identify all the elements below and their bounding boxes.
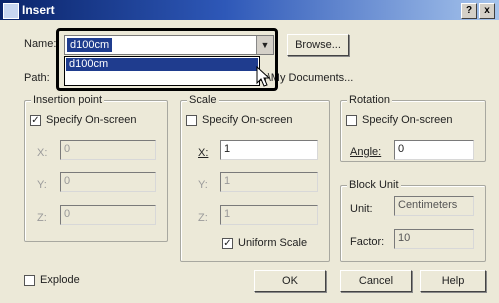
name-dropdown-item[interactable]: d100cm: [66, 58, 258, 71]
insertion-z-field[interactable]: 0: [60, 205, 156, 225]
help-button[interactable]: Help: [420, 270, 486, 292]
unit-label: Unit:: [350, 203, 373, 215]
browse-button[interactable]: Browse...: [287, 34, 349, 56]
help-title-button[interactable]: ?: [461, 3, 477, 19]
name-combo[interactable]: d100cm ▼: [64, 35, 274, 55]
scale-y-field[interactable]: 1: [220, 172, 318, 192]
uniform-scale-checkbox[interactable]: ✓: [222, 238, 233, 249]
factor-field: 10: [394, 229, 474, 249]
insertion-specify-checkbox[interactable]: ✓: [30, 115, 41, 126]
uniform-scale-label: Uniform Scale: [238, 237, 308, 249]
ok-button[interactable]: OK: [254, 270, 326, 292]
app-icon: [3, 3, 19, 19]
chevron-down-icon[interactable]: ▼: [256, 36, 273, 54]
insertion-specify-label: Specify On-screen: [46, 114, 137, 126]
scale-z-label: Z:: [198, 212, 208, 224]
explode-checkbox[interactable]: [24, 275, 35, 286]
scale-x-label: X:: [198, 147, 209, 159]
scale-specify-label: Specify On-screen: [202, 114, 293, 126]
scale-y-label: Y:: [198, 179, 208, 191]
scale-z-field[interactable]: 1: [220, 205, 318, 225]
window-title: Insert: [22, 3, 55, 17]
insertion-x-field[interactable]: 0: [60, 140, 156, 160]
name-combo-value: d100cm: [67, 38, 113, 52]
insertion-z-label: Z:: [37, 212, 47, 224]
scale-legend: Scale: [187, 94, 219, 106]
insertion-y-field[interactable]: 0: [60, 172, 156, 192]
scale-x-field[interactable]: 1: [220, 140, 318, 160]
insertion-point-legend: Insertion point: [31, 94, 105, 106]
angle-field[interactable]: 0: [394, 140, 474, 160]
mouse-pointer-icon: [256, 66, 271, 87]
explode-label: Explode: [40, 274, 80, 286]
scale-specify-checkbox[interactable]: [186, 115, 197, 126]
rotation-specify-label: Specify On-screen: [362, 114, 453, 126]
name-label: Name:: [24, 38, 57, 50]
unit-field: Centimeters: [394, 196, 474, 216]
block-unit-legend: Block Unit: [347, 179, 401, 191]
name-dropdown-list: d100cm: [64, 56, 260, 86]
insertion-x-label: X:: [37, 147, 48, 159]
cancel-button[interactable]: Cancel: [340, 270, 412, 292]
factor-label: Factor:: [350, 236, 385, 248]
insertion-y-label: Y:: [37, 179, 47, 191]
close-button[interactable]: x: [479, 3, 495, 19]
rotation-legend: Rotation: [347, 94, 392, 106]
angle-label: Angle:: [350, 146, 382, 158]
title-bar: Insert ? x: [0, 0, 499, 20]
rotation-specify-checkbox[interactable]: [346, 115, 357, 126]
path-label: Path:: [24, 72, 50, 84]
